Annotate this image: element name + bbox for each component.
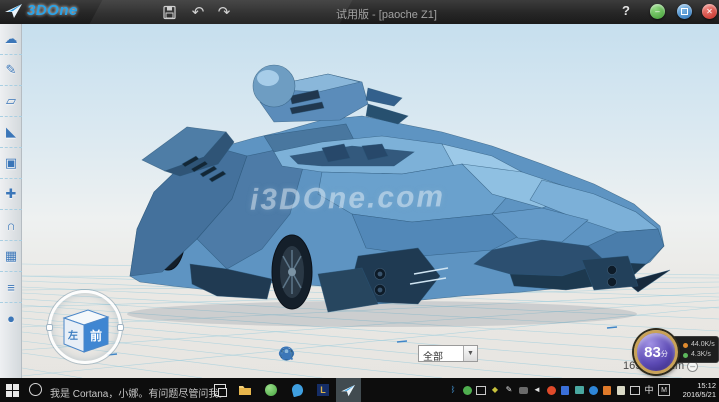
app-name: 3DOne bbox=[27, 2, 78, 19]
paper-plane-icon bbox=[5, 3, 23, 19]
taskbar-3done-active[interactable] bbox=[336, 378, 361, 402]
upload-icon bbox=[683, 343, 688, 348]
view-cube[interactable]: 左 前 bbox=[48, 290, 122, 364]
redo-button[interactable]: ↷ bbox=[214, 3, 234, 21]
help-button[interactable]: ? bbox=[622, 3, 630, 18]
shaded-mode-button[interactable] bbox=[334, 345, 351, 362]
minimize-button[interactable]: – bbox=[650, 4, 665, 19]
upload-speed: 44.0K/s bbox=[691, 340, 715, 350]
sidebar-item-move[interactable]: ✚ bbox=[0, 179, 22, 210]
wireframe-mode-button[interactable] bbox=[306, 345, 323, 362]
task-view-button[interactable] bbox=[214, 384, 226, 396]
maximize-button[interactable] bbox=[677, 4, 692, 19]
stylus-icon[interactable]: ✎ bbox=[504, 385, 514, 395]
volume-icon[interactable]: ◄ bbox=[532, 385, 542, 395]
model-viewport[interactable]: i3DOne.com 左 前 bbox=[22, 24, 719, 378]
taskbar-browser-green[interactable] bbox=[264, 383, 278, 397]
ime-indicator[interactable]: 中 bbox=[644, 385, 654, 395]
zoom-button[interactable] bbox=[362, 345, 379, 362]
network-speed-panel: 44.0K/s 4.3K/s bbox=[672, 336, 719, 363]
sidebar-item-edit-feature[interactable]: ◣ bbox=[0, 117, 22, 148]
dropdown-arrow-icon[interactable]: ▼ bbox=[463, 346, 477, 361]
surface-icon: ▱ bbox=[6, 93, 16, 109]
save-icon bbox=[162, 5, 177, 20]
download-speed: 4.3K/s bbox=[691, 350, 711, 360]
download-icon bbox=[683, 353, 688, 358]
photo-icon[interactable] bbox=[574, 385, 584, 395]
sidebar-item-material[interactable]: ● bbox=[0, 303, 22, 334]
move-icon: ✚ bbox=[6, 186, 17, 202]
front-wheel bbox=[272, 235, 312, 309]
undo-button[interactable]: ↶ bbox=[188, 3, 208, 21]
windows-taskbar: 我是 Cortana，小娜。有问题尽管问我。 L ᛒ ◆ ✎ bbox=[0, 378, 719, 402]
car-model[interactable] bbox=[22, 24, 719, 378]
folder-icon bbox=[238, 384, 252, 396]
view-cube-faces[interactable]: 左 前 bbox=[48, 290, 122, 364]
sweep-icon: ◣ bbox=[6, 124, 16, 140]
window-title: 试用版 - [paoche Z1] bbox=[336, 6, 437, 22]
sidebar-item-cloud-resources[interactable]: ☁ bbox=[0, 24, 22, 55]
chat-icon[interactable] bbox=[630, 385, 640, 395]
clock-date: 2016/5/21 bbox=[683, 391, 716, 400]
docs-icon[interactable] bbox=[602, 385, 612, 395]
notes-icon[interactable] bbox=[616, 385, 626, 395]
paper-plane-taskbar-icon bbox=[341, 384, 356, 397]
view-cube-front-label: 前 bbox=[90, 328, 102, 343]
sidebar-item-surface[interactable]: ▱ bbox=[0, 86, 22, 117]
filter-dropdown-value: 全部 bbox=[419, 346, 463, 361]
score-unit: 分 bbox=[661, 349, 668, 359]
cloud-icon: ☁ bbox=[5, 31, 18, 47]
flag-icon[interactable] bbox=[560, 385, 570, 395]
l-game-icon: L bbox=[317, 384, 329, 396]
cortana-icon[interactable] bbox=[29, 383, 42, 396]
lock-view-button[interactable] bbox=[390, 345, 407, 362]
green-browser-icon bbox=[265, 384, 277, 396]
pencil-icon: ✎ bbox=[6, 62, 17, 78]
sidebar-item-assembly[interactable]: ∩ bbox=[0, 210, 22, 241]
close-button[interactable]: ✕ bbox=[702, 4, 717, 19]
safety-score-widget[interactable]: 44.0K/s 4.3K/s 83 分 bbox=[634, 330, 719, 376]
save-button[interactable] bbox=[159, 3, 179, 21]
tool-sidebar: ☁ ✎ ▱ ◣ ▣ ✚ ∩ ▦ ≡ ● bbox=[0, 24, 22, 378]
app-logo: 3DOne bbox=[5, 2, 78, 19]
bluetooth-icon[interactable]: ᛒ bbox=[448, 385, 458, 395]
sphere-icon: ● bbox=[7, 311, 15, 326]
display-icon[interactable] bbox=[476, 385, 486, 395]
sidebar-item-solid[interactable]: ▣ bbox=[0, 148, 22, 179]
system-tray: ᛒ ◆ ✎ ◄ 中 M bbox=[448, 378, 670, 402]
start-button[interactable] bbox=[6, 384, 19, 397]
taskbar-browser-blue[interactable] bbox=[290, 383, 304, 397]
thunder-icon[interactable] bbox=[546, 385, 556, 395]
taskbar-file-explorer[interactable] bbox=[238, 383, 252, 397]
shield-icon[interactable]: ◆ bbox=[490, 385, 500, 395]
magnet-icon: ∩ bbox=[6, 218, 15, 233]
lock-icon bbox=[278, 345, 295, 362]
sidebar-item-sketch[interactable]: ✎ bbox=[0, 55, 22, 86]
sidebar-item-group[interactable]: ▦ bbox=[0, 241, 22, 272]
taskbar-clock[interactable]: 15:12 2016/5/21 bbox=[683, 382, 716, 399]
cortana-search-text[interactable]: 我是 Cortana，小娜。有问题尽管问我。 bbox=[50, 385, 228, 400]
globe-icon[interactable] bbox=[588, 385, 598, 395]
bars-icon: ≡ bbox=[7, 280, 15, 295]
score-ball[interactable]: 83 分 bbox=[634, 330, 678, 374]
sidebar-item-align[interactable]: ≡ bbox=[0, 272, 22, 303]
maximize-icon bbox=[681, 8, 688, 15]
view-cube-left-label: 左 bbox=[67, 329, 78, 342]
taskbar-game-client[interactable]: L bbox=[316, 383, 330, 397]
m-tray-icon[interactable]: M bbox=[658, 384, 670, 396]
score-value: 83 bbox=[644, 344, 661, 361]
filter-dropdown[interactable]: 全部 ▼ bbox=[418, 345, 478, 362]
antivirus-icon[interactable] bbox=[462, 385, 472, 395]
title-bar: 3DOne ↶ ↷ 试用版 - [paoche Z1] ? – ✕ bbox=[0, 0, 719, 24]
camera-icon[interactable] bbox=[518, 385, 528, 395]
box-icon: ▦ bbox=[5, 248, 17, 264]
screen: 3DOne ↶ ↷ 试用版 - [paoche Z1] ? – ✕ ☁ ✎ ▱ … bbox=[0, 0, 719, 402]
blue-flame-icon bbox=[290, 383, 304, 397]
display-toolbar: 全部 ▼ bbox=[278, 345, 478, 362]
cube-icon: ▣ bbox=[5, 155, 17, 171]
